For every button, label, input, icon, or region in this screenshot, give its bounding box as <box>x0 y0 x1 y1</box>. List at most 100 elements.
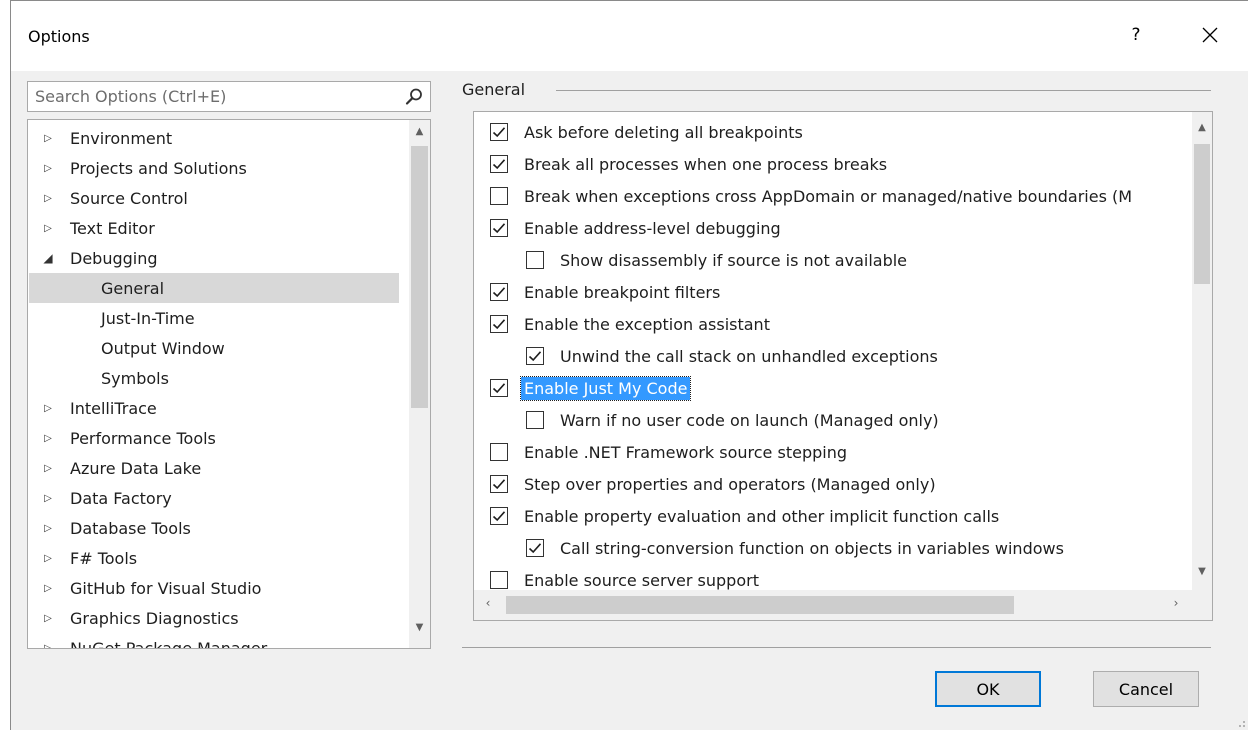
option-label[interactable]: Show disassembly if source is not availa… <box>560 251 907 270</box>
tree-item[interactable]: ▷ Performance Tools <box>29 423 399 453</box>
collapsed-arrow-icon[interactable]: ▷ <box>38 613 58 624</box>
tree-item[interactable]: ▷ Data Factory <box>29 483 399 513</box>
tree-item[interactable]: Output Window <box>29 333 399 363</box>
collapsed-arrow-icon[interactable]: ▷ <box>38 583 58 594</box>
option-checkbox[interactable] <box>490 219 508 237</box>
option-row[interactable]: Ask before deleting all breakpoints <box>490 117 803 147</box>
option-label[interactable]: Enable source server support <box>524 571 759 590</box>
tree-item[interactable]: ▷ Environment <box>29 123 399 153</box>
collapsed-arrow-icon[interactable]: ▷ <box>38 223 58 234</box>
option-label[interactable]: Unwind the call stack on unhandled excep… <box>560 347 938 366</box>
option-row[interactable]: Break all processes when one process bre… <box>490 149 887 179</box>
tree-item[interactable]: ▷ Graphics Diagnostics <box>29 603 399 633</box>
scroll-left-icon[interactable]: ‹ <box>478 596 498 614</box>
tree-item[interactable]: ▷ Text Editor <box>29 213 399 243</box>
help-button[interactable]: ? <box>1113 15 1159 55</box>
option-checkbox[interactable] <box>490 379 508 397</box>
scroll-up-icon[interactable]: ▲ <box>409 126 430 144</box>
collapsed-arrow-icon[interactable]: ▷ <box>38 163 58 174</box>
close-button[interactable] <box>1187 15 1233 55</box>
option-checkbox[interactable] <box>490 315 508 333</box>
collapsed-arrow-icon[interactable]: ▷ <box>38 133 58 144</box>
scroll-down-icon[interactable]: ▼ <box>409 622 430 640</box>
option-label[interactable]: Enable address-level debugging <box>524 219 781 238</box>
options-vertical-scrollbar[interactable]: ▲ ▼ <box>1192 112 1212 590</box>
tree-item[interactable]: Symbols <box>29 363 399 393</box>
option-checkbox[interactable] <box>526 411 544 429</box>
collapsed-arrow-icon[interactable]: ▷ <box>38 523 58 534</box>
tree-item-label: Source Control <box>70 188 188 208</box>
cancel-button[interactable]: Cancel <box>1093 671 1199 707</box>
scroll-up-icon[interactable]: ▲ <box>1192 122 1212 140</box>
option-label[interactable]: Enable .NET Framework source stepping <box>524 443 847 462</box>
resize-grip-icon[interactable] <box>1234 716 1246 728</box>
option-label[interactable]: Break when exceptions cross AppDomain or… <box>524 187 1132 206</box>
option-label[interactable]: Step over properties and operators (Mana… <box>524 475 936 494</box>
checkmark-icon <box>492 159 506 170</box>
option-label[interactable]: Ask before deleting all breakpoints <box>524 123 803 142</box>
option-label[interactable]: Call string-conversion function on objec… <box>560 539 1064 558</box>
option-checkbox[interactable] <box>526 539 544 557</box>
search-box <box>27 81 431 112</box>
scroll-thumb[interactable] <box>411 146 428 408</box>
option-label[interactable]: Warn if no user code on launch (Managed … <box>560 411 939 430</box>
search-input[interactable] <box>28 82 398 111</box>
tree-item[interactable]: ▷ Projects and Solutions <box>29 153 399 183</box>
option-checkbox[interactable] <box>490 283 508 301</box>
option-row[interactable]: Break when exceptions cross AppDomain or… <box>490 181 1132 211</box>
option-row[interactable]: Enable property evaluation and other imp… <box>490 501 999 531</box>
collapsed-arrow-icon[interactable]: ▷ <box>38 433 58 444</box>
search-icon[interactable] <box>404 87 424 107</box>
option-row[interactable]: Enable the exception assistant <box>490 309 770 339</box>
tree-item[interactable]: Just-In-Time <box>29 303 399 333</box>
tree-item-label: Symbols <box>101 368 169 388</box>
collapsed-arrow-icon[interactable]: ▷ <box>38 553 58 564</box>
tree-item[interactable]: ▷ IntelliTrace <box>29 393 399 423</box>
collapsed-arrow-icon[interactable]: ▷ <box>38 193 58 204</box>
tree-item[interactable]: ▷ NuGet Package Manager <box>29 633 399 649</box>
option-row[interactable]: Unwind the call stack on unhandled excep… <box>526 341 938 371</box>
scroll-thumb-horizontal[interactable] <box>506 596 1014 614</box>
collapsed-arrow-icon[interactable]: ▷ <box>38 463 58 474</box>
option-checkbox[interactable] <box>526 251 544 269</box>
tree-vertical-scrollbar[interactable]: ▲ ▼ <box>409 120 430 648</box>
scroll-down-icon[interactable]: ▼ <box>1192 566 1212 584</box>
collapsed-arrow-icon[interactable]: ▷ <box>38 403 58 414</box>
option-row[interactable]: Call string-conversion function on objec… <box>526 533 1064 563</box>
option-row[interactable]: Enable .NET Framework source stepping <box>490 437 847 467</box>
option-row[interactable]: Enable breakpoint filters <box>490 277 720 307</box>
collapsed-arrow-icon[interactable]: ▷ <box>38 493 58 504</box>
option-checkbox[interactable] <box>490 187 508 205</box>
option-checkbox[interactable] <box>490 443 508 461</box>
expanded-arrow-icon[interactable]: ◢ <box>38 251 58 265</box>
tree-item[interactable]: ◢ Debugging <box>29 243 399 273</box>
option-checkbox[interactable] <box>526 347 544 365</box>
option-label[interactable]: Enable the exception assistant <box>524 315 770 334</box>
scroll-thumb[interactable] <box>1194 144 1210 284</box>
tree-item[interactable]: ▷ GitHub for Visual Studio <box>29 573 399 603</box>
option-checkbox[interactable] <box>490 123 508 141</box>
option-row[interactable]: Warn if no user code on launch (Managed … <box>526 405 939 435</box>
option-label[interactable]: Enable Just My Code <box>519 375 692 401</box>
tree-item-label: NuGet Package Manager <box>70 638 268 649</box>
ok-button[interactable]: OK <box>935 671 1041 707</box>
tree-item[interactable]: General <box>29 273 399 303</box>
options-horizontal-scrollbar[interactable]: ‹ › <box>474 590 1194 620</box>
option-label[interactable]: Enable breakpoint filters <box>524 283 720 302</box>
tree-item[interactable]: ▷ Database Tools <box>29 513 399 543</box>
tree-item[interactable]: ▷ Azure Data Lake <box>29 453 399 483</box>
scroll-right-icon[interactable]: › <box>1166 596 1186 614</box>
collapsed-arrow-icon[interactable]: ▷ <box>38 643 58 649</box>
option-checkbox[interactable] <box>490 155 508 173</box>
option-row[interactable]: Step over properties and operators (Mana… <box>490 469 936 499</box>
option-row[interactable]: Show disassembly if source is not availa… <box>526 245 907 275</box>
option-checkbox[interactable] <box>490 571 508 589</box>
tree-item[interactable]: ▷ F# Tools <box>29 543 399 573</box>
option-checkbox[interactable] <box>490 507 508 525</box>
option-checkbox[interactable] <box>490 475 508 493</box>
tree-item[interactable]: ▷ Source Control <box>29 183 399 213</box>
option-label[interactable]: Break all processes when one process bre… <box>524 155 887 174</box>
option-row[interactable]: Enable address-level debugging <box>490 213 781 243</box>
option-label[interactable]: Enable property evaluation and other imp… <box>524 507 999 526</box>
option-row[interactable]: Enable Just My Code <box>490 373 692 403</box>
